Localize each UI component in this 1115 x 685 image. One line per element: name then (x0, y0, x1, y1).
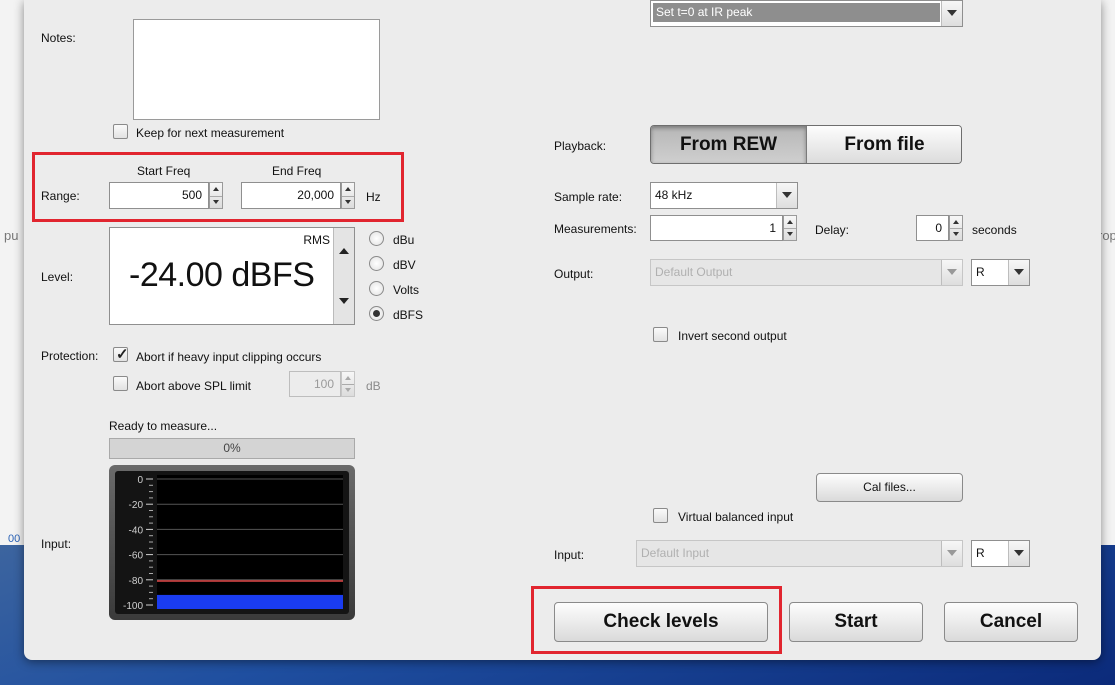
start-freq-input[interactable]: 500 (109, 182, 209, 209)
output-channel-select[interactable]: R (971, 259, 1030, 286)
start-button[interactable]: Start (789, 602, 923, 642)
chevron-down-icon[interactable] (941, 1, 962, 26)
virtual-balanced-label: Virtual balanced input (678, 510, 794, 524)
end-freq-label: End Freq (272, 164, 322, 178)
measurements-stepper[interactable] (783, 215, 797, 241)
ir-window-select[interactable]: Set t=0 at IR peak (650, 0, 963, 27)
delay-label: Delay: (815, 223, 850, 237)
scroll-down-icon[interactable] (339, 298, 349, 304)
range-label: Range: (41, 189, 80, 203)
playback-from-rew[interactable]: From REW (651, 126, 807, 163)
keep-label: Keep for next measurement (136, 126, 285, 140)
input-channel-select[interactable]: R (971, 540, 1030, 567)
level-label: Level: (41, 270, 74, 284)
meter-tick-label: 0 (137, 475, 143, 486)
sample-rate-select[interactable]: 48 kHz (650, 182, 798, 209)
abort-clipping-label: Abort if heavy input clipping occurs (136, 350, 322, 364)
protection-label: Protection: (41, 349, 99, 363)
output-device-select[interactable]: Default Output (650, 259, 963, 286)
progress-text: 0% (223, 441, 241, 455)
chevron-down-icon[interactable] (941, 260, 962, 285)
end-freq-stepper[interactable] (341, 182, 355, 209)
delay-input[interactable]: 0 (916, 215, 949, 241)
measurements-label: Measurements: (554, 222, 637, 236)
input-device-select[interactable]: Default Input (636, 540, 963, 567)
chevron-down-icon[interactable] (941, 541, 962, 566)
level-display: RMS -24.00 dBFS (109, 227, 355, 325)
input-meter-label: Input: (41, 537, 72, 551)
status-text: Ready to measure... (109, 419, 218, 433)
meter-tick-label: -60 (129, 551, 144, 562)
notes-textarea[interactable] (133, 19, 380, 120)
input-device-label: Input: (554, 548, 585, 562)
level-scroll[interactable] (333, 228, 354, 324)
measurements-input[interactable]: 1 (650, 215, 783, 241)
unit-label-dbu: dBu (393, 233, 415, 247)
sample-rate-value: 48 kHz (655, 188, 693, 202)
start-freq-label: Start Freq (137, 164, 191, 178)
invert-checkbox[interactable] (653, 327, 668, 342)
output-label: Output: (554, 267, 594, 281)
meter-tick-label: -100 (123, 601, 143, 612)
meter-level-bar (157, 594, 343, 609)
end-freq-input[interactable]: 20,000 (241, 182, 341, 209)
background-text-bottom-left: 00 (8, 533, 21, 545)
seconds-label: seconds (972, 223, 1017, 237)
meter-tick-label: -20 (129, 500, 144, 511)
cancel-button[interactable]: Cancel (944, 602, 1078, 642)
chevron-down-icon[interactable] (776, 183, 797, 208)
spl-unit: dB (366, 379, 381, 393)
invert-label: Invert second output (678, 329, 787, 343)
abort-spl-label: Abort above SPL limit (136, 379, 251, 393)
unit-radio-dbv[interactable] (369, 256, 384, 271)
notes-label: Notes: (41, 31, 76, 45)
unit-label-dbv: dBV (393, 258, 416, 272)
chevron-down-icon[interactable] (1008, 541, 1029, 566)
input-device-value: Default Input (641, 546, 710, 560)
unit-radio-dbu[interactable] (369, 231, 384, 246)
unit-label-volts: Volts (393, 283, 420, 297)
keep-checkbox[interactable] (113, 124, 128, 139)
background-text-left: pu (4, 228, 19, 243)
cal-files-button[interactable]: Cal files... (816, 473, 963, 502)
abort-spl-checkbox[interactable] (113, 376, 128, 391)
sample-rate-label: Sample rate: (554, 190, 623, 204)
level-value: -24.00 dBFS (129, 256, 315, 294)
meter-tick-label: -40 (129, 525, 144, 536)
progress-bar: 0% (109, 438, 355, 459)
spl-limit-input[interactable]: 100 (289, 371, 341, 397)
scroll-up-icon[interactable] (339, 248, 349, 254)
input-channel-value: R (976, 546, 985, 560)
input-level-meter: 0 -20 -40 -60 -80 -100 (109, 465, 355, 620)
unit-label-dbfs: dBFS (393, 308, 424, 322)
unit-radio-dbfs[interactable] (369, 306, 384, 321)
level-mode: RMS (303, 233, 330, 247)
output-device-value: Default Output (655, 265, 733, 279)
delay-stepper[interactable] (949, 215, 963, 241)
playback-toggle[interactable]: From REW From file (650, 125, 962, 164)
check-levels-button[interactable]: Check levels (554, 602, 768, 642)
unit-radio-volts[interactable] (369, 281, 384, 296)
spl-limit-stepper[interactable] (341, 371, 355, 397)
output-channel-value: R (976, 265, 985, 279)
playback-from-file[interactable]: From file (807, 126, 961, 163)
virtual-balanced-checkbox[interactable] (653, 508, 668, 523)
meter-graph: 0 -20 -40 -60 -80 -100 (115, 471, 349, 614)
checkmark-icon: ✓ (116, 346, 129, 363)
chevron-down-icon[interactable] (1008, 260, 1029, 285)
measurement-dialog: Notes: Keep for next measurement Start F… (24, 0, 1101, 660)
start-freq-stepper[interactable] (209, 182, 223, 209)
hz-unit: Hz (366, 190, 381, 204)
abort-clipping-checkbox[interactable]: ✓ (113, 346, 129, 363)
meter-tick-label: -80 (129, 576, 144, 587)
playback-label: Playback: (554, 139, 607, 153)
